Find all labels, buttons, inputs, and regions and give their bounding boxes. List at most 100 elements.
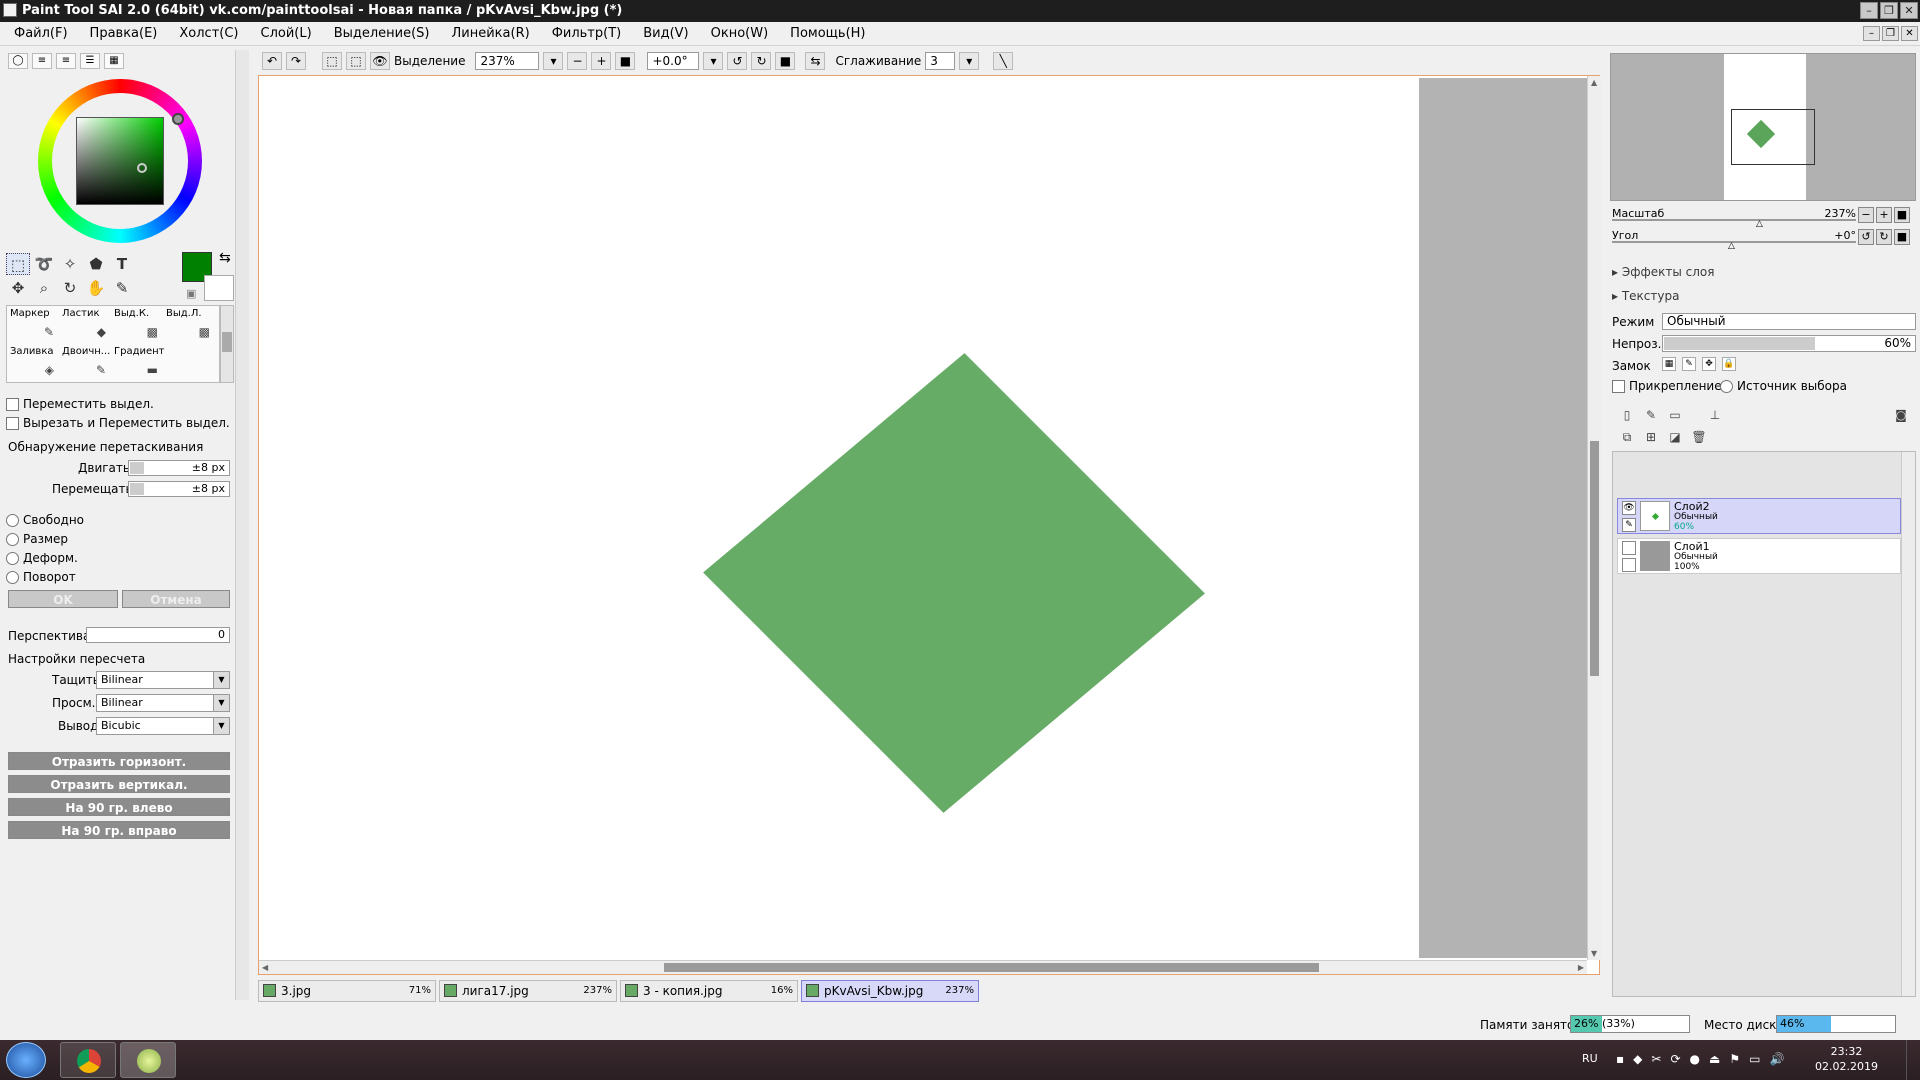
transparent-color-icon[interactable]: ▣ (186, 287, 196, 300)
zoom-dropdown-icon[interactable]: ▾ (543, 52, 564, 70)
hue-handle[interactable] (172, 113, 184, 125)
mode-free-radio[interactable] (6, 513, 19, 527)
zoom-in-icon[interactable]: + (591, 52, 612, 70)
brush-marker[interactable]: Маркер ✎ (7, 306, 59, 342)
scroll-left-icon[interactable]: ◀ (262, 963, 268, 972)
magic-wand-icon[interactable]: ✧ (58, 253, 82, 275)
tab-doc-1[interactable]: 3.jpg 71% (258, 980, 436, 1002)
lock-paint-icon[interactable]: ✎ (1682, 357, 1696, 371)
brush-gradient[interactable]: Градиент ▬ (111, 344, 165, 380)
brush-binary[interactable]: Двоичн... ✎ (59, 344, 111, 380)
navigator-viewport[interactable] (1731, 109, 1815, 165)
selection-source-option[interactable]: Источник выбора (1720, 379, 1847, 393)
layer-item-1[interactable]: Слой1 Обычный 100% (1617, 538, 1901, 574)
taskbar-chrome[interactable] (60, 1042, 116, 1078)
angle-ccw-button[interactable]: ↺ (1858, 229, 1874, 245)
tray-volume-icon[interactable]: 🔊 (1769, 1052, 1784, 1066)
angle-cw-button[interactable]: ↻ (1876, 229, 1892, 245)
scale-slider[interactable]: Масштаб 237% △ (1612, 207, 1856, 229)
rotate-reset-icon[interactable]: ■ (775, 52, 796, 70)
menu-selection[interactable]: Выделение(S) (334, 26, 430, 41)
brush-select-eraser[interactable]: Выд.Л. ▩ (163, 306, 215, 342)
brush-select-pen[interactable]: Выд.К. ▩ (111, 306, 163, 342)
color-wheel-mode-icon[interactable]: ◯ (8, 53, 28, 69)
new-pen-layer-icon[interactable]: ✎ (1642, 407, 1660, 423)
clipping-checkbox[interactable] (1612, 379, 1625, 393)
tab-doc-4[interactable]: pKvAvsi_Kbw.jpg 237% (801, 980, 979, 1002)
trash-icon[interactable]: 🗑 (1690, 429, 1708, 445)
mode-size[interactable]: Размер (6, 532, 68, 546)
line-icon[interactable]: ╲ (993, 52, 1014, 70)
mode-size-radio[interactable] (6, 532, 19, 546)
angle-slider[interactable]: Угол +0° △ (1612, 229, 1856, 251)
lock-transparency-icon[interactable]: ▦ (1662, 357, 1676, 371)
menu-layer[interactable]: Слой(L) (261, 26, 312, 41)
move-selection-option[interactable]: Переместить выдел. (6, 397, 154, 411)
flip-horizontal-button[interactable]: Отразить горизонт. (8, 752, 230, 770)
merge-down-icon[interactable]: ⊞ (1642, 429, 1660, 445)
copy-layer-icon[interactable]: ⧉ (1618, 429, 1636, 445)
mode-deform[interactable]: Деформ. (6, 551, 78, 565)
rotate-left-button[interactable]: На 90 гр. влево (8, 798, 230, 816)
drag-threshold-slider[interactable]: ±8 px (128, 460, 230, 476)
start-button[interactable] (6, 1042, 46, 1078)
scroll-down-icon[interactable]: ▼ (1591, 949, 1597, 958)
menu-help[interactable]: Помощь(H) (790, 26, 865, 41)
scroll-up-icon[interactable]: ▲ (1591, 78, 1597, 87)
brush-eraser[interactable]: Ластик ◆ (59, 306, 111, 342)
cut-move-checkbox[interactable] (6, 416, 19, 430)
layer-tool-icon[interactable]: ⊥ (1706, 407, 1724, 423)
undo-icon[interactable]: ↶ (262, 52, 282, 70)
background-color-swatch[interactable] (204, 275, 234, 301)
eyedropper-icon[interactable]: ✎ (110, 277, 134, 299)
tray-app-icon[interactable]: ▪ (1616, 1052, 1624, 1066)
close-button[interactable]: ✕ (1900, 2, 1918, 19)
zoom-select[interactable]: 237% (475, 52, 540, 70)
texture-section[interactable]: ▸ Текстура (1612, 289, 1679, 303)
rgb-slider-icon[interactable]: ≡ (32, 53, 52, 69)
clock[interactable]: 23:32 02.02.2019 (1815, 1044, 1878, 1074)
shape-icon[interactable]: ⬟ (84, 253, 108, 275)
cancel-button[interactable]: Отмена (122, 590, 230, 608)
zoom-icon[interactable]: ⌕ (32, 277, 56, 299)
tab-doc-2[interactable]: лига17.jpg 237% (439, 980, 617, 1002)
opacity-slider[interactable]: 60% (1662, 335, 1916, 352)
zoom-reset-icon[interactable]: ■ (615, 52, 636, 70)
tray-security-icon[interactable]: ⚑ (1729, 1052, 1740, 1066)
lasso-icon[interactable]: ➰ (32, 253, 56, 275)
tray-tool-icon[interactable]: ✂ (1651, 1052, 1661, 1066)
clipping-option[interactable]: Прикрепление (1612, 379, 1722, 393)
tray-media-icon[interactable]: ● (1690, 1052, 1700, 1066)
canvas-area[interactable]: ▲ ▼ ◀ ▶ (258, 75, 1601, 975)
scale-handle-icon[interactable]: △ (1756, 219, 1763, 229)
brush-bucket[interactable]: Заливка ◈ (7, 344, 59, 380)
lock-move-icon[interactable]: ✥ (1702, 357, 1716, 371)
tray-sync-icon[interactable]: ⟳ (1670, 1052, 1680, 1066)
language-indicator[interactable]: RU (1582, 1052, 1598, 1065)
hand-icon[interactable]: ✋ (84, 277, 108, 299)
scroll-right-icon[interactable]: ▶ (1578, 963, 1584, 972)
menu-edit[interactable]: Правка(E) (90, 26, 158, 41)
clear-layer-icon[interactable]: ◪ (1666, 429, 1684, 445)
flip-view-icon[interactable]: ⇆ (805, 52, 826, 70)
pen-icon[interactable]: ✎ (1622, 518, 1636, 532)
eye-icon[interactable]: 👁 (370, 52, 390, 70)
tray-usb-icon[interactable]: ⏏ (1709, 1052, 1720, 1066)
left-panel-scrollbar[interactable] (235, 50, 249, 1000)
blend-mode-select[interactable]: Обычный (1662, 313, 1916, 330)
rotate-ccw-icon[interactable]: ↺ (727, 52, 748, 70)
rect-select-icon[interactable]: ⬚ (6, 253, 30, 275)
scale-plus-button[interactable]: + (1876, 207, 1892, 223)
angle-select[interactable]: +0.0° (647, 52, 700, 70)
tray-network-icon[interactable]: ▭ (1749, 1052, 1760, 1066)
move-selection-checkbox[interactable] (6, 397, 19, 411)
doc-restore-button[interactable]: ❐ (1882, 26, 1899, 41)
maximize-button[interactable]: ❐ (1880, 2, 1898, 19)
brush-scrollbar[interactable] (220, 305, 234, 383)
redo-icon[interactable]: ↷ (286, 52, 306, 70)
flip-vertical-button[interactable]: Отразить вертикал. (8, 775, 230, 793)
angle-handle-icon[interactable]: △ (1728, 241, 1735, 251)
selection-source-radio[interactable] (1720, 379, 1733, 393)
scale-minus-button[interactable]: − (1858, 207, 1874, 223)
zoom-out-icon[interactable]: − (567, 52, 588, 70)
